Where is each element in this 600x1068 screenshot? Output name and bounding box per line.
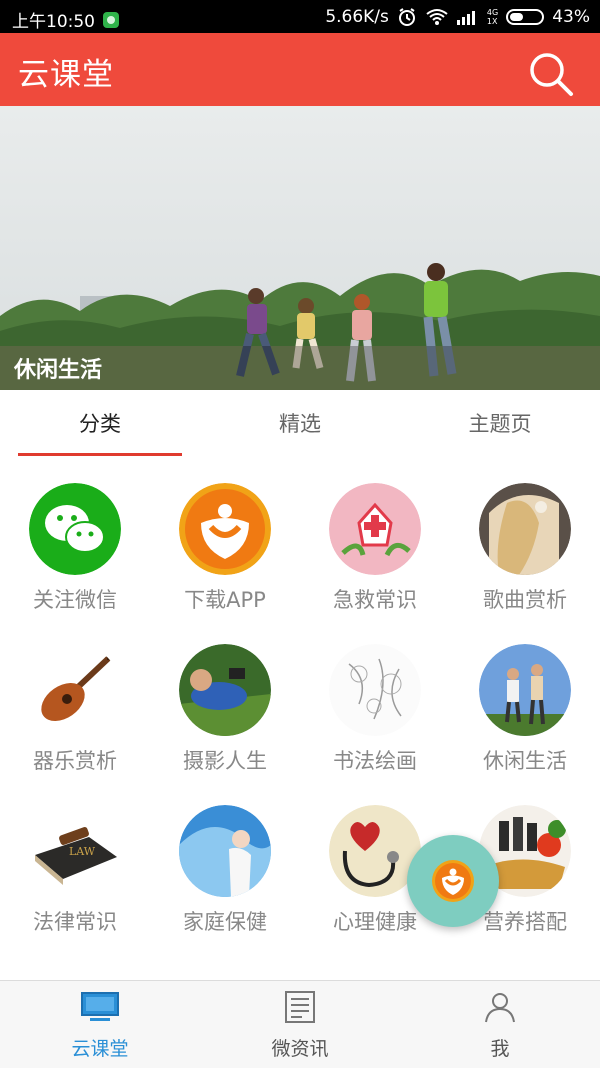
- network-type: 4G: [486, 8, 499, 17]
- nav-label: 我: [490, 1038, 510, 1060]
- first-aid-icon: [329, 483, 421, 575]
- couple-photo-icon: [479, 644, 571, 736]
- sketch-flower-icon: [329, 644, 421, 736]
- grid-item-label: 法律常识: [33, 910, 117, 934]
- grid-item-song-appreciation[interactable]: 歌曲赏析: [450, 470, 600, 630]
- health-photo-icon: [179, 805, 271, 897]
- app-logo-icon: [432, 860, 474, 902]
- floating-app-button[interactable]: [407, 835, 499, 927]
- grid-item-label: 急救常识: [333, 588, 417, 612]
- grid-item-label: 书法绘画: [333, 749, 417, 773]
- grid-item-label: 器乐赏析: [33, 749, 117, 773]
- alarm-icon: [398, 8, 415, 26]
- person-icon: [485, 993, 515, 1023]
- tab-active-indicator: [18, 453, 182, 456]
- grid-item-law[interactable]: LAW 法律常识: [0, 792, 150, 952]
- tab-featured[interactable]: 精选: [200, 408, 400, 438]
- grid-item-label: 下载APP: [184, 588, 266, 612]
- network-speed: 5.66K/s: [325, 7, 389, 27]
- singer-photo-icon: [479, 483, 571, 575]
- grid-item-leisure[interactable]: 休闲生活: [450, 631, 600, 791]
- battery-percent: 43%: [552, 7, 590, 27]
- tab-topics[interactable]: 主题页: [400, 408, 600, 438]
- law-book-icon: LAW: [29, 805, 121, 897]
- network-subtype: 1X: [486, 17, 498, 26]
- nav-item-news[interactable]: 微资讯: [200, 981, 400, 1068]
- nav-item-me[interactable]: 我: [400, 981, 600, 1068]
- nav-item-cloud-class[interactable]: 云课堂: [0, 981, 200, 1068]
- bottom-nav: 云课堂 微资讯 我: [0, 980, 600, 1068]
- svg-text:LAW: LAW: [69, 845, 96, 858]
- grid-item-first-aid[interactable]: 急救常识: [300, 470, 450, 630]
- status-bar: 上午10:50 5.66K/s 4G 1X 43%: [0, 0, 600, 33]
- wechat-notification-icon: [103, 11, 119, 28]
- banner-caption: 休闲生活: [14, 358, 103, 383]
- app-title: 云课堂: [18, 57, 114, 93]
- grid-item-label: 关注微信: [33, 588, 117, 612]
- grid-item-family-health[interactable]: 家庭保健: [150, 792, 300, 952]
- grid-item-label: 歌曲赏析: [483, 588, 567, 612]
- status-time: 上午10:50: [12, 12, 95, 32]
- camera-boy-icon: [179, 644, 271, 736]
- app-bar: 云课堂: [0, 33, 600, 106]
- banner-carousel[interactable]: 休闲生活: [0, 106, 600, 390]
- app-logo-icon: [179, 483, 271, 575]
- grid-item-label: 休闲生活: [483, 749, 567, 773]
- grid-item-label: 摄影人生: [183, 749, 267, 773]
- tab-category[interactable]: 分类: [0, 408, 200, 438]
- nav-label: 云课堂: [71, 1038, 129, 1060]
- category-tabs: 分类 精选 主题页: [0, 390, 600, 462]
- nav-label: 微资讯: [271, 1038, 329, 1060]
- wechat-icon: [29, 483, 121, 575]
- banner-caption-bar: 休闲生活: [0, 346, 600, 390]
- guitar-icon: [29, 644, 121, 736]
- monitor-icon: [81, 992, 119, 1021]
- battery-icon: [506, 9, 545, 25]
- news-icon: [285, 991, 315, 1023]
- grid-item-download-app[interactable]: 下载APP: [150, 470, 300, 630]
- signal-icon: [456, 11, 475, 25]
- grid-item-instrument[interactable]: 器乐赏析: [0, 631, 150, 791]
- grid-item-label: 家庭保健: [183, 910, 267, 934]
- wifi-icon: [426, 9, 448, 25]
- grid-item-wechat[interactable]: 关注微信: [0, 470, 150, 630]
- grid-item-photography[interactable]: 摄影人生: [150, 631, 300, 791]
- search-icon[interactable]: [528, 51, 574, 97]
- grid-item-calligraphy[interactable]: 书法绘画: [300, 631, 450, 791]
